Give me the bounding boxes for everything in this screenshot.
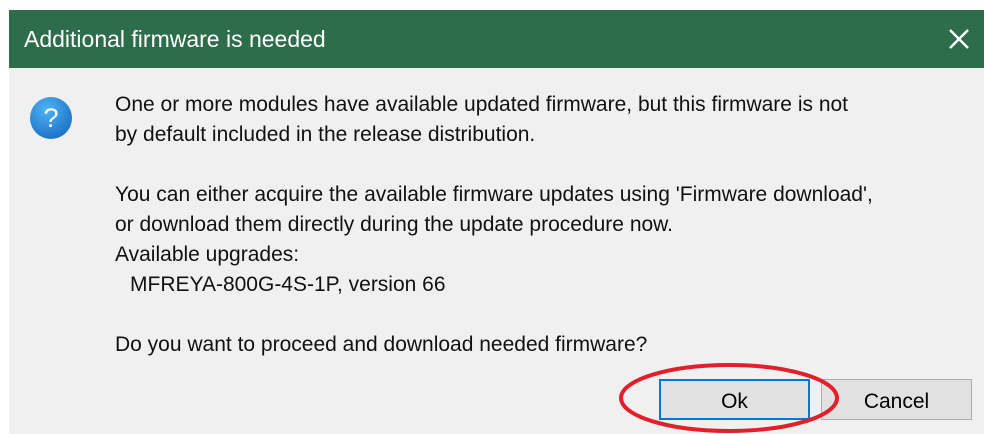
message-line-4: or download them directly during the upd…	[115, 213, 674, 236]
close-icon	[949, 29, 969, 49]
firmware-dialog: Additional firmware is needed ? One or m…	[9, 10, 984, 434]
question-icon: ?	[30, 97, 72, 139]
confirm-question: Do you want to proceed and download need…	[115, 333, 648, 356]
available-upgrades-label: Available upgrades:	[115, 243, 300, 266]
title-bar: Additional firmware is needed	[9, 10, 984, 68]
close-button[interactable]	[934, 10, 984, 68]
message-line-3: You can either acquire the available fir…	[115, 183, 873, 206]
message-line-2: by default included in the release distr…	[115, 123, 536, 146]
svg-text:?: ?	[43, 103, 58, 133]
upgrade-item: MFREYA-800G-4S-1P, version 66	[130, 273, 446, 296]
cancel-button[interactable]: Cancel	[821, 379, 972, 420]
ok-button[interactable]: Ok	[659, 379, 810, 420]
dialog-title: Additional firmware is needed	[24, 26, 326, 52]
screen: Additional firmware is needed ? One or m…	[0, 0, 984, 434]
message-line-1: One or more modules have available updat…	[115, 93, 849, 116]
